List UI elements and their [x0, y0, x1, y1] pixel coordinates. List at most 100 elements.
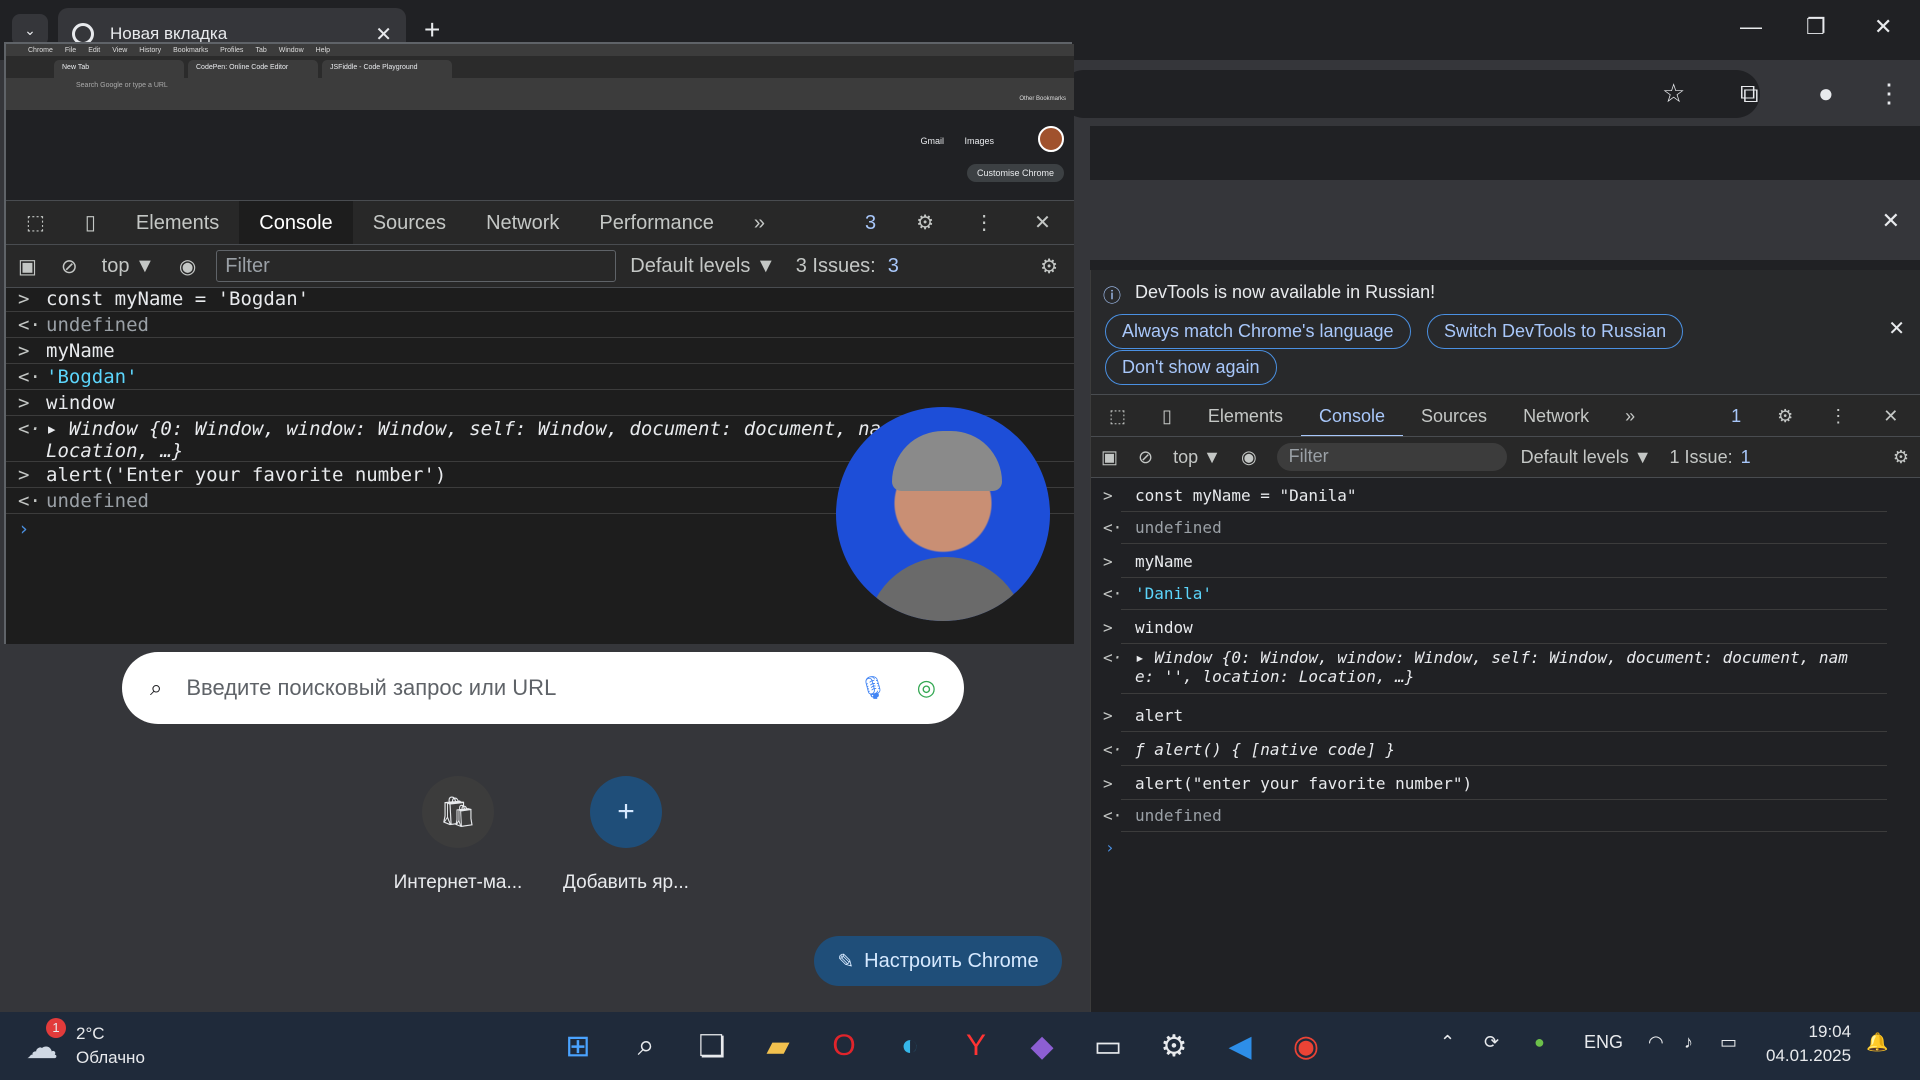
tab-console[interactable]: Console: [1300, 395, 1404, 437]
inspect-icon[interactable]: ⬚: [1091, 395, 1144, 437]
weather-widget[interactable]: 2°C Облачно: [76, 1022, 145, 1070]
more-tabs-icon[interactable]: »: [734, 201, 785, 245]
console-prompt[interactable]: ›: [1105, 838, 1115, 857]
clear-console-icon[interactable]: ⊘: [49, 254, 90, 279]
console-settings-icon[interactable]: ⚙: [1881, 447, 1920, 468]
kebab-icon[interactable]: ⋮: [1811, 395, 1865, 437]
context-select[interactable]: top ▼: [1163, 447, 1231, 468]
menu-icon[interactable]: ⋮: [1876, 78, 1902, 109]
opera-icon[interactable]: O: [822, 1024, 866, 1068]
volume-icon[interactable]: ♪: [1684, 1032, 1693, 1053]
menu-item[interactable]: Profiles: [220, 47, 243, 54]
mac-tab[interactable]: CodePen: Online Code Editor: [188, 60, 318, 78]
tab-elements[interactable]: Elements: [1190, 395, 1301, 437]
sync-icon[interactable]: ⟳: [1484, 1032, 1499, 1053]
terminal-icon[interactable]: ▭: [1086, 1024, 1130, 1068]
inspect-icon[interactable]: ⬚: [6, 201, 65, 245]
menu-item[interactable]: Help: [316, 47, 330, 54]
sidebar-toggle-icon[interactable]: ▣: [6, 254, 49, 279]
lens-icon[interactable]: ◎: [917, 675, 936, 701]
clear-console-icon[interactable]: ⊘: [1128, 447, 1163, 468]
kebab-icon[interactable]: ⋮: [954, 201, 1014, 245]
start-icon[interactable]: ⊞: [556, 1024, 600, 1068]
filter-input[interactable]: Filter: [216, 250, 617, 282]
issues-count[interactable]: 1: [1737, 447, 1755, 468]
filter-input[interactable]: Filter: [1276, 443, 1507, 471]
customize-chrome-button[interactable]: ✎ Настроить Chrome: [814, 936, 1062, 986]
more-tabs-icon[interactable]: »: [1607, 395, 1653, 437]
mac-tab[interactable]: New Tab: [54, 60, 184, 78]
mac-tab[interactable]: JSFiddle - Code Playground: [322, 60, 452, 78]
images-link[interactable]: Images: [964, 136, 994, 146]
notification-bell-icon[interactable]: 🔔: [1866, 1032, 1888, 1053]
search-input[interactable]: ⌕ Введите поисковый запрос или URL 🎙 ◎: [122, 652, 964, 724]
device-toolbar-icon[interactable]: ▯: [65, 201, 116, 245]
extensions-icon[interactable]: ⧉: [1740, 78, 1759, 110]
app-tray-icon[interactable]: ●: [1534, 1032, 1545, 1053]
shortcut-label[interactable]: Добавить яр...: [541, 872, 711, 894]
restore-button[interactable]: ❐: [1806, 14, 1826, 40]
issues-count[interactable]: 3: [882, 255, 905, 278]
vscode-icon[interactable]: ◀: [1218, 1024, 1262, 1068]
context-select[interactable]: top ▼: [90, 255, 167, 278]
profile-icon[interactable]: ●: [1818, 78, 1834, 109]
task-view-icon[interactable]: ❏: [690, 1024, 734, 1068]
microphone-icon[interactable]: 🎙: [859, 675, 887, 701]
console-prompt[interactable]: ›: [18, 518, 29, 540]
infobar-close-icon[interactable]: ✕: [1882, 208, 1900, 234]
device-toolbar-icon[interactable]: ▯: [1144, 395, 1190, 437]
issues-label[interactable]: 3 Issues:: [790, 255, 882, 278]
tab-elements[interactable]: Elements: [116, 201, 239, 245]
tab-performance[interactable]: Performance: [579, 201, 734, 245]
close-icon[interactable]: ✕: [1014, 201, 1071, 245]
eye-icon[interactable]: ◉: [167, 254, 208, 279]
tab-console[interactable]: Console: [239, 200, 353, 245]
tab-network[interactable]: Network: [1505, 395, 1607, 437]
levels-select[interactable]: Default levels ▼: [616, 255, 789, 278]
minimize-button[interactable]: —: [1740, 14, 1762, 40]
chevron-up-icon[interactable]: ⌃: [1440, 1032, 1455, 1053]
battery-icon[interactable]: ▭: [1720, 1032, 1737, 1053]
eye-icon[interactable]: ◉: [1231, 447, 1267, 468]
menu-item[interactable]: Bookmarks: [173, 47, 208, 54]
bookmark-star-icon[interactable]: ☆: [1662, 78, 1685, 109]
close-window-button[interactable]: ✕: [1874, 14, 1892, 40]
tab-network[interactable]: Network: [466, 201, 579, 245]
shortcut-store-icon[interactable]: 🛍: [422, 776, 494, 848]
visual-studio-icon[interactable]: ◆: [1020, 1024, 1064, 1068]
switch-russian-button[interactable]: Switch DevTools to Russian: [1427, 314, 1684, 349]
menu-item[interactable]: History: [139, 47, 161, 54]
always-match-button[interactable]: Always match Chrome's language: [1105, 314, 1411, 349]
issues-badge[interactable]: 1: [1713, 395, 1759, 437]
settings-icon[interactable]: ⚙: [1759, 395, 1811, 437]
issues-badge[interactable]: 3: [845, 201, 896, 245]
console-output[interactable]: > const myName = "Danila" <· undefined > my…: [1091, 478, 1920, 1012]
wifi-icon[interactable]: ◠: [1648, 1032, 1664, 1053]
menu-item[interactable]: Edit: [88, 47, 100, 54]
add-shortcut-icon[interactable]: +: [590, 776, 662, 848]
gmail-link[interactable]: Gmail: [920, 136, 944, 146]
address-bar[interactable]: [1060, 70, 1760, 118]
file-explorer-icon[interactable]: ▰: [756, 1024, 800, 1068]
sidebar-toggle-icon[interactable]: ▣: [1091, 447, 1128, 468]
levels-select[interactable]: Default levels ▼: [1507, 447, 1666, 468]
menu-item[interactable]: View: [112, 47, 127, 54]
settings-icon[interactable]: ⚙: [896, 201, 954, 245]
search-taskbar-icon[interactable]: ⌕: [624, 1024, 668, 1068]
yandex-browser-icon[interactable]: Y: [954, 1024, 998, 1068]
close-icon[interactable]: ✕: [1865, 395, 1916, 437]
settings-app-icon[interactable]: ⚙: [1152, 1024, 1196, 1068]
menu-item[interactable]: Chrome: [28, 47, 53, 54]
mac-address-bar[interactable]: Search Google or type a URL: [6, 78, 1074, 96]
language-indicator[interactable]: ENG: [1584, 1032, 1623, 1053]
customise-chrome-button[interactable]: Customise Chrome: [966, 164, 1064, 182]
menu-item[interactable]: Window: [279, 47, 304, 54]
menu-item[interactable]: Tab: [255, 47, 266, 54]
edge-icon[interactable]: ◐: [888, 1024, 932, 1068]
banner-close-icon[interactable]: ✕: [1888, 316, 1905, 341]
console-settings-icon[interactable]: ⚙: [1024, 254, 1074, 279]
mac-bookmarks-bar[interactable]: Other Bookmarks: [6, 96, 1074, 110]
clock[interactable]: 19:04 04.01.2025: [1766, 1020, 1851, 1068]
shortcut-label[interactable]: Интернет-ма...: [373, 872, 543, 894]
menu-item[interactable]: File: [65, 47, 76, 54]
